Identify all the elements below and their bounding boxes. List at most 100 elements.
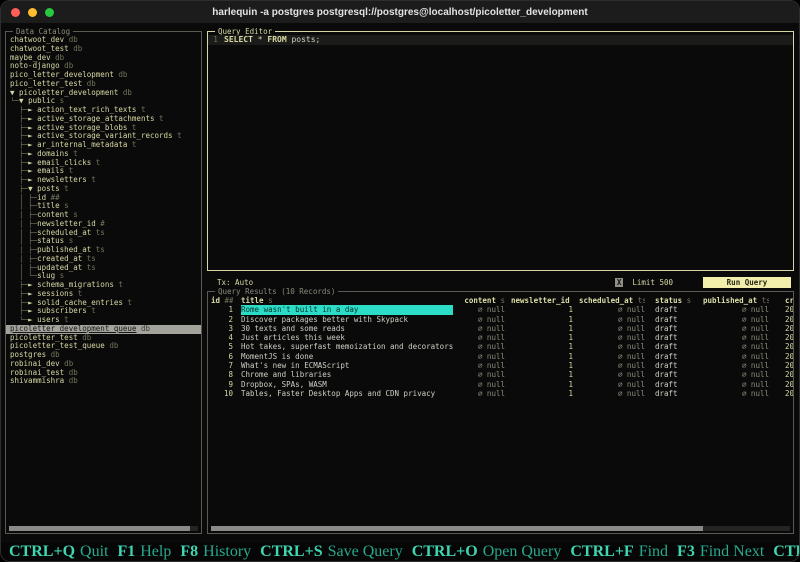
tree-item[interactable]: robinai_dev db xyxy=(10,360,197,369)
tree-item[interactable]: │ ├─status s xyxy=(10,237,197,246)
tree-item[interactable]: ▼ picoletter_development db xyxy=(10,89,197,98)
table-cell[interactable]: 1 xyxy=(511,315,573,324)
limit-checkbox[interactable]: X xyxy=(615,278,624,287)
titlebar[interactable]: harlequin -a postgres postgresql://postg… xyxy=(1,1,799,23)
tree-item[interactable]: ├─► newsletters t xyxy=(10,176,197,185)
tree-item[interactable]: │ ├─id ## xyxy=(10,194,197,203)
tree-item[interactable]: │ ├─scheduled_at ts xyxy=(10,229,197,238)
column-header[interactable]: title s xyxy=(241,296,453,305)
tree-item[interactable]: │ ├─title s xyxy=(10,202,197,211)
table-cell[interactable]: 2024 xyxy=(775,333,793,342)
table-cell[interactable]: draft xyxy=(655,342,697,351)
table-row[interactable]: 9Dropbox, SPAs, WASM∅ null1∅ nulldraft∅ … xyxy=(211,380,790,389)
table-cell[interactable]: 6 xyxy=(211,352,233,361)
table-cell[interactable]: ∅ null xyxy=(459,324,505,333)
catalog-horizontal-scrollbar[interactable] xyxy=(9,526,198,531)
tree-item[interactable]: ├─► sessions t xyxy=(10,290,197,299)
table-cell[interactable]: ∅ null xyxy=(459,370,505,379)
table-cell[interactable]: Dropbox, SPAs, WASM xyxy=(241,380,453,389)
table-cell[interactable]: 1 xyxy=(511,352,573,361)
table-cell[interactable]: ∅ null xyxy=(703,380,769,389)
minimize-window-icon[interactable] xyxy=(28,8,37,17)
column-header[interactable]: newsletter_id # xyxy=(511,296,573,305)
table-cell[interactable]: draft xyxy=(655,315,697,324)
tree-item[interactable]: ├─► active_storage_variant_records t xyxy=(10,132,197,141)
table-cell[interactable]: What's new in ECMAScript xyxy=(241,361,453,370)
table-cell[interactable]: ∅ null xyxy=(703,333,769,342)
tree-item[interactable]: chatwoot_test db xyxy=(10,45,197,54)
table-cell[interactable]: draft xyxy=(655,361,697,370)
table-cell[interactable]: ∅ null xyxy=(703,315,769,324)
table-cell[interactable]: ∅ null xyxy=(703,361,769,370)
table-cell[interactable]: ∅ null xyxy=(703,324,769,333)
table-cell[interactable]: ∅ null xyxy=(579,352,645,361)
sql-current-line[interactable]: 1 SELECT * FROM posts; xyxy=(208,35,793,45)
tree-item[interactable]: │ └─slug s xyxy=(10,272,197,281)
table-row[interactable]: 6MomentJS is done∅ null1∅ nulldraft∅ nul… xyxy=(211,352,790,361)
table-cell[interactable]: draft xyxy=(655,324,697,333)
results-horizontal-scrollbar[interactable] xyxy=(211,526,790,531)
table-cell[interactable]: Chrome and libraries xyxy=(241,370,453,379)
table-row[interactable]: 1Rome wasn't built in a day∅ null1∅ null… xyxy=(211,305,790,314)
table-cell[interactable]: ∅ null xyxy=(459,315,505,324)
footer-shortcut[interactable]: CTRL+GGo To Line xyxy=(773,543,799,561)
table-cell[interactable]: 2025 xyxy=(775,315,793,324)
table-cell[interactable]: ∅ null xyxy=(579,380,645,389)
table-row[interactable]: 2Discover packages better with Skypack∅ … xyxy=(211,315,790,324)
table-row[interactable]: 7What's new in ECMAScript∅ null1∅ nulldr… xyxy=(211,361,790,370)
table-cell[interactable]: 1 xyxy=(511,389,573,398)
table-cell[interactable]: 7 xyxy=(211,361,233,370)
table-cell[interactable]: draft xyxy=(655,370,697,379)
tree-item[interactable]: picoletter_test db xyxy=(10,334,197,343)
table-cell[interactable]: 5 xyxy=(211,342,233,351)
table-cell[interactable]: 2 xyxy=(211,315,233,324)
table-cell[interactable]: 1 xyxy=(511,333,573,342)
table-cell[interactable]: ∅ null xyxy=(703,389,769,398)
table-cell[interactable]: 1 xyxy=(511,324,573,333)
table-cell[interactable]: draft xyxy=(655,333,697,342)
table-cell[interactable]: 2024 xyxy=(775,342,793,351)
column-header[interactable]: id ## xyxy=(211,296,233,305)
footer-shortcut[interactable]: F8History xyxy=(180,543,251,561)
table-cell[interactable]: 2025 xyxy=(775,324,793,333)
table-cell[interactable]: 30 texts and some reads xyxy=(241,324,453,333)
table-cell[interactable]: 2024 xyxy=(775,352,793,361)
footer-shortcut[interactable]: CTRL+OOpen Query xyxy=(412,543,562,561)
footer-shortcut[interactable]: F1Help xyxy=(117,543,171,561)
tree-item[interactable]: └─▼ public s xyxy=(10,97,197,106)
table-cell[interactable]: ∅ null xyxy=(579,324,645,333)
tree-item[interactable]: │ ├─updated_at ts xyxy=(10,264,197,273)
sql-line-content[interactable]: SELECT * FROM posts; xyxy=(224,35,320,45)
zoom-window-icon[interactable] xyxy=(45,8,54,17)
table-cell[interactable]: ∅ null xyxy=(579,389,645,398)
results-scrollbar-thumb[interactable] xyxy=(211,526,703,531)
column-header[interactable]: cree xyxy=(775,296,793,305)
tree-item[interactable]: pico_letter_development db xyxy=(10,71,197,80)
tree-item[interactable]: ├─▼ posts t xyxy=(10,185,197,194)
table-cell[interactable]: MomentJS is done xyxy=(241,352,453,361)
table-cell[interactable]: Tables, Faster Desktop Apps and CDN priv… xyxy=(241,389,453,398)
table-cell[interactable]: Just articles this week xyxy=(241,333,453,342)
table-cell[interactable]: ∅ null xyxy=(459,342,505,351)
table-row[interactable]: 5Hot takes, superfast memoization and de… xyxy=(211,342,790,351)
table-cell[interactable]: ∅ null xyxy=(579,305,645,314)
footer-shortcut[interactable]: CTRL+SSave Query xyxy=(260,543,403,561)
table-cell[interactable]: 1 xyxy=(511,370,573,379)
tree-item[interactable]: │ ├─content s xyxy=(10,211,197,220)
tree-item[interactable]: picoletter_development_queue db xyxy=(6,325,201,334)
table-cell[interactable]: ∅ null xyxy=(703,370,769,379)
table-cell[interactable]: draft xyxy=(655,389,697,398)
table-cell[interactable]: 2024 xyxy=(775,361,793,370)
table-cell[interactable]: ∅ null xyxy=(579,315,645,324)
tree-item[interactable]: chatwoot_dev db xyxy=(10,36,197,45)
tree-item[interactable]: ├─► domains t xyxy=(10,150,197,159)
tree-item[interactable]: shivammishra db xyxy=(10,377,197,386)
tree-item[interactable]: pico_letter_test db xyxy=(10,80,197,89)
tree-item[interactable]: picoletter_test_queue db xyxy=(10,342,197,351)
table-cell[interactable]: ∅ null xyxy=(459,333,505,342)
table-cell[interactable]: 2024 xyxy=(775,389,793,398)
table-cell[interactable]: ∅ null xyxy=(579,370,645,379)
table-cell[interactable]: 2025 xyxy=(775,305,793,314)
query-editor-panel[interactable]: Query Editor 1 SELECT * FROM posts; xyxy=(207,31,794,271)
table-row[interactable]: 8Chrome and libraries∅ null1∅ nulldraft∅… xyxy=(211,370,790,379)
